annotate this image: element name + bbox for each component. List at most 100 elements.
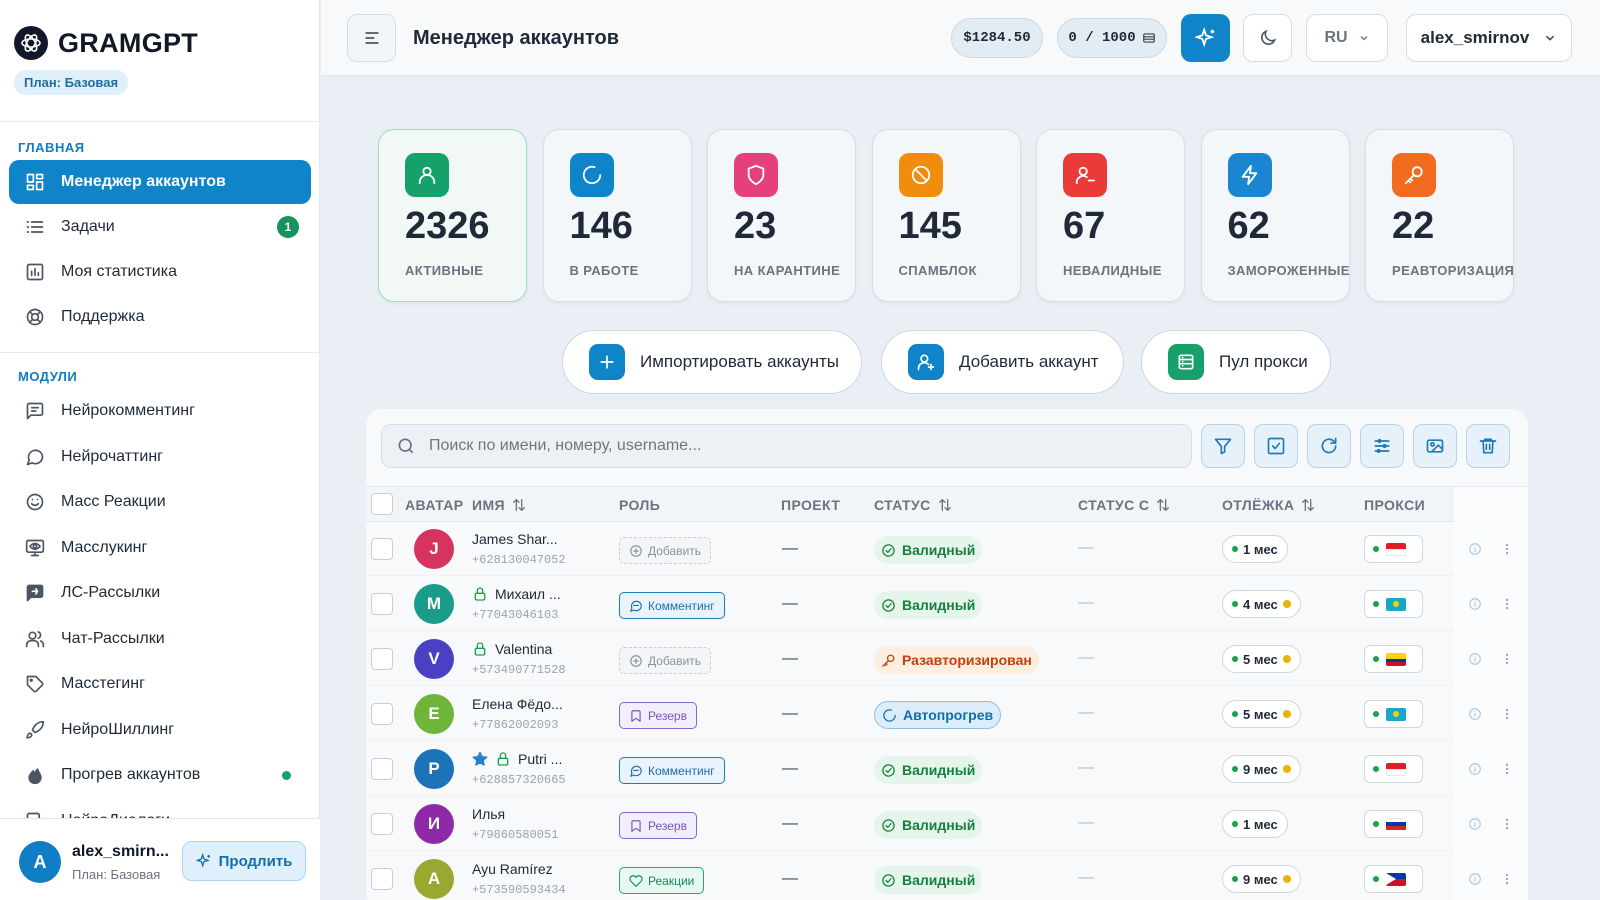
proxy-badge[interactable] (1364, 590, 1423, 618)
account-phone: +573590593434 (472, 883, 566, 897)
info-icon[interactable] (1468, 597, 1482, 611)
sidebar-item-smile[interactable]: Масс Реакции (9, 480, 311, 524)
sidebar-item-tag[interactable]: Масстегинг (9, 662, 311, 706)
stat-card[interactable]: 62 ЗАМОРОЖЕННЫЕ (1200, 129, 1350, 302)
sort-icon[interactable] (1155, 497, 1171, 513)
row-checkbox[interactable] (371, 648, 393, 670)
row-checkbox[interactable] (371, 538, 393, 560)
stat-card[interactable]: 146 В РАБОТЕ (542, 129, 692, 302)
sidebar-item-message-square[interactable]: Нейрокомментинг (9, 389, 311, 433)
more-vertical-icon[interactable] (1500, 762, 1514, 776)
column-header[interactable]: СТАТУС (874, 497, 953, 513)
theme-toggle-button[interactable] (1243, 14, 1292, 62)
search-bar[interactable] (381, 424, 1192, 468)
info-icon[interactable] (1468, 872, 1482, 886)
column-header[interactable]: ИМЯ (472, 497, 527, 513)
row-checkbox[interactable] (371, 813, 393, 835)
sidebar-item-message-circle[interactable]: Нейрочаттинг (9, 435, 311, 479)
table-row[interactable]: V Valentina +573490771528 Добавить — Разавтор… (366, 632, 1528, 686)
spinner-icon (569, 153, 614, 197)
search-input[interactable] (429, 437, 1169, 455)
sort-icon[interactable] (937, 497, 953, 513)
proxy-pool-button[interactable]: Пул прокси (1141, 330, 1331, 394)
proxy-badge[interactable] (1364, 810, 1423, 838)
ai-magic-button[interactable] (1181, 14, 1230, 62)
role-badge[interactable]: Комментинг (619, 757, 725, 784)
stat-card[interactable]: 22 РЕАВТОРИЗАЦИЯ (1365, 129, 1514, 302)
menu-toggle-button[interactable] (347, 14, 396, 62)
info-icon[interactable] (1468, 542, 1482, 556)
stat-card[interactable]: 67 НЕВАЛИДНЫЕ (1036, 129, 1185, 302)
indonesia-flag-icon (1386, 762, 1406, 776)
image-button[interactable] (1413, 424, 1457, 468)
sidebar-item-dialog[interactable]: НейроДиалоги (9, 799, 311, 818)
table-row[interactable]: M Михаил ... +77043046103 Комментинг — Валидн… (366, 577, 1528, 631)
stat-card[interactable]: 23 НА КАРАНТИНЕ (707, 129, 856, 302)
sidebar-item-flame[interactable]: Прогрев аккаунтов (9, 753, 311, 797)
role-label: Реакции (648, 873, 695, 888)
role-badge[interactable]: Добавить (619, 537, 712, 564)
sort-icon[interactable] (511, 497, 527, 513)
proxy-badge[interactable] (1364, 535, 1423, 563)
trash-button[interactable] (1466, 424, 1510, 468)
check-square-button[interactable] (1254, 424, 1298, 468)
sidebar-item-users[interactable]: Чат-Рассылки (9, 617, 311, 661)
table-row[interactable]: И Илья +79860580051 Резерв — Валидный — 1 мес (366, 797, 1528, 851)
sidebar-item-rocket[interactable]: НейроШиллинг (9, 708, 311, 752)
proxy-badge[interactable] (1364, 865, 1423, 893)
table-row[interactable]: A Ayu Ramírez +573590593434 Реакции — Валидны… (366, 852, 1528, 900)
info-icon[interactable] (1468, 817, 1482, 831)
account-phone: +573490771528 (472, 663, 566, 677)
row-actions (1454, 742, 1528, 796)
sidebar-item-send-message[interactable]: ЛС-Рассылки (9, 571, 311, 615)
refresh-button[interactable] (1307, 424, 1351, 468)
sidebar-item-label: ЛС-Рассылки (61, 584, 161, 601)
column-header[interactable]: СТАТУС С (1078, 497, 1171, 513)
user-menu[interactable]: alex_smirnov (1406, 14, 1572, 62)
language-select[interactable]: RU (1306, 14, 1388, 62)
stat-card[interactable]: 2326 АКТИВНЫЕ (378, 129, 527, 302)
sidebar-item-monitor-eye[interactable]: Масслукинг (9, 526, 311, 570)
kazakhstan-flag-icon (1386, 707, 1406, 721)
stat-card[interactable]: 145 СПАМБЛОК (871, 129, 1021, 302)
role-badge[interactable]: Добавить (619, 647, 712, 674)
extend-plan-button[interactable]: Продлить (182, 841, 306, 881)
role-badge[interactable]: Резерв (619, 702, 697, 729)
rest-period-value: 4 мес (1243, 596, 1278, 612)
role-badge[interactable]: Реакции (619, 867, 705, 894)
row-checkbox[interactable] (371, 703, 393, 725)
more-vertical-icon[interactable] (1500, 707, 1514, 721)
sort-icon[interactable] (1300, 497, 1316, 513)
more-vertical-icon[interactable] (1500, 817, 1514, 831)
balance-badge[interactable]: $1284.50 (951, 18, 1043, 58)
add-account-button[interactable]: Добавить аккаунт (881, 330, 1124, 394)
stat-label: НА КАРАНТИНЕ (734, 263, 841, 278)
table-row[interactable]: P Putri ... +628857320665 Комментинг — Валидн… (366, 742, 1528, 796)
proxy-badge[interactable] (1364, 645, 1423, 673)
row-checkbox[interactable] (371, 758, 393, 780)
info-icon[interactable] (1468, 707, 1482, 721)
row-checkbox[interactable] (371, 593, 393, 615)
more-vertical-icon[interactable] (1500, 872, 1514, 886)
more-vertical-icon[interactable] (1500, 652, 1514, 666)
import-accounts-button[interactable]: Импортировать аккаунты (562, 330, 862, 394)
table-row[interactable]: J James Shar... +628130047052 Добавить — Вали… (366, 522, 1528, 576)
info-icon[interactable] (1468, 762, 1482, 776)
more-vertical-icon[interactable] (1500, 542, 1514, 556)
proxy-badge[interactable] (1364, 755, 1423, 783)
quota-badge[interactable]: 0 / 1000 (1057, 18, 1167, 58)
role-badge[interactable]: Резерв (619, 812, 697, 839)
filter-button[interactable] (1201, 424, 1245, 468)
avatar[interactable]: A (19, 841, 61, 883)
role-badge[interactable]: Комментинг (619, 592, 725, 619)
more-vertical-icon[interactable] (1500, 597, 1514, 611)
column-header-label: ИМЯ (472, 497, 505, 513)
row-checkbox[interactable] (371, 868, 393, 890)
account-phone: +628857320665 (472, 773, 566, 787)
table-row[interactable]: E Елена Фёдо... +77862002093 Резерв — Автопро… (366, 687, 1528, 741)
info-icon[interactable] (1468, 652, 1482, 666)
column-header[interactable]: ОТЛЁЖКА (1222, 497, 1316, 513)
select-all-checkbox[interactable] (371, 493, 393, 515)
proxy-badge[interactable] (1364, 700, 1423, 728)
sliders-button[interactable] (1360, 424, 1404, 468)
